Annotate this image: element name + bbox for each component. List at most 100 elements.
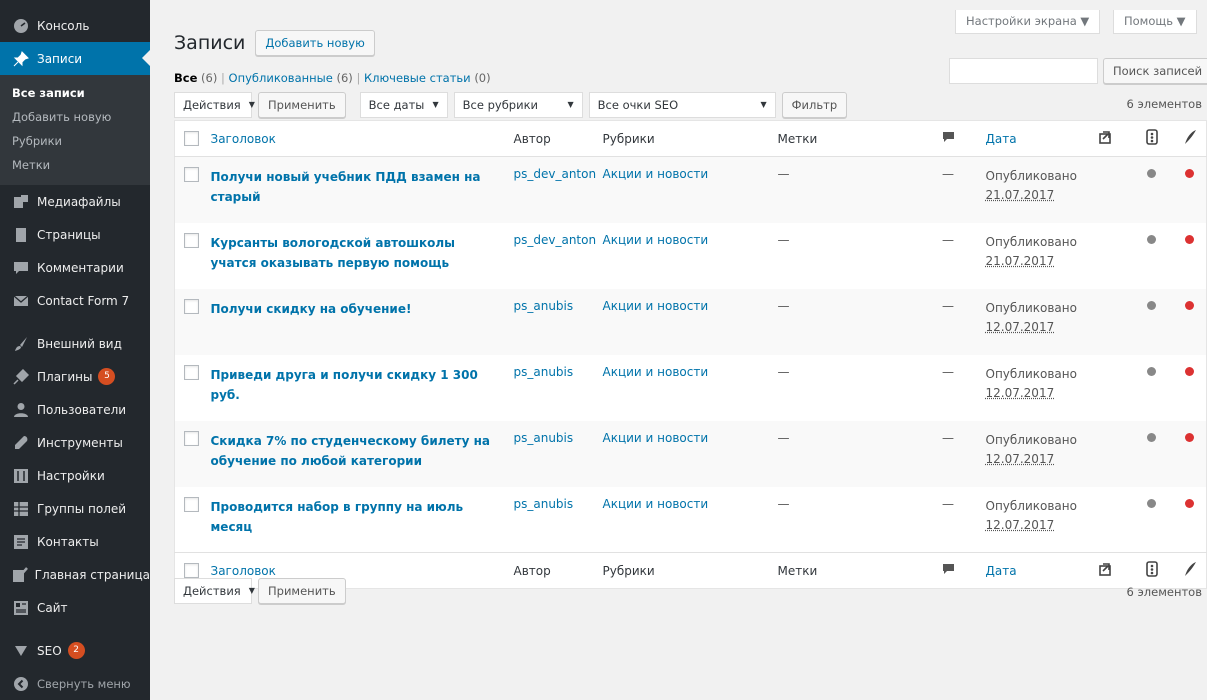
- comments-column-icon[interactable]: [942, 565, 955, 579]
- sidebar-item-plugin[interactable]: Плагины 5: [0, 360, 150, 393]
- chevron-down-icon: ▼: [433, 93, 439, 117]
- post-date: 12.07.2017: [986, 516, 1080, 535]
- post-title-link[interactable]: Проводится набор в группу на июль месяц: [211, 497, 501, 537]
- author-link[interactable]: ps_anubis: [514, 431, 574, 445]
- author-link[interactable]: ps_dev_anton: [514, 233, 597, 247]
- sidebar-item-site[interactable]: Сайт: [0, 591, 150, 624]
- category-link[interactable]: Акции и новости: [603, 299, 709, 313]
- author-link[interactable]: ps_anubis: [514, 497, 574, 511]
- categories-column-footer: Рубрики: [603, 553, 778, 589]
- title-column-sort-footer[interactable]: Заголовок: [211, 564, 276, 578]
- categories-filter-select[interactable]: Все рубрики ▼: [454, 92, 583, 118]
- sidebar-item-edit[interactable]: Главная страница: [0, 558, 150, 591]
- sidebar-item-label: Страницы: [37, 228, 101, 242]
- post-title-link[interactable]: Курсанты вологодской автошколы учатся ок…: [211, 233, 501, 273]
- sidebar-item-contacts[interactable]: Контакты: [0, 525, 150, 558]
- post-title-link[interactable]: Получи новый учебник ПДД взамен на стары…: [211, 167, 501, 207]
- author-link[interactable]: ps_anubis: [514, 299, 574, 313]
- tags-column-footer: Метки: [778, 553, 911, 589]
- row-checkbox[interactable]: [184, 431, 199, 446]
- sidebar-item-label: Записи: [37, 52, 82, 66]
- comments-value: —: [911, 421, 986, 487]
- view-key-articles-link[interactable]: Ключевые статьи (0): [364, 71, 491, 85]
- sidebar-item-label: Главная страница: [35, 568, 150, 582]
- title-column-sort[interactable]: Заголовок: [211, 132, 276, 146]
- sidebar-item-comment[interactable]: Комментарии: [0, 251, 150, 284]
- select-all-checkbox[interactable]: [184, 131, 199, 146]
- dates-filter-select[interactable]: Все даты ▼: [360, 92, 448, 118]
- select-all-checkbox-footer[interactable]: [184, 563, 199, 578]
- readability-dot: [1185, 169, 1194, 178]
- category-link[interactable]: Акции и новости: [603, 233, 709, 247]
- comments-column-icon[interactable]: [942, 133, 955, 147]
- items-count: 6 элементов: [1127, 97, 1203, 111]
- row-checkbox[interactable]: [184, 167, 199, 182]
- collapse-menu-button[interactable]: Свернуть меню: [0, 667, 150, 700]
- post-title-link[interactable]: Приведи друга и получи скидку 1 300 руб.: [211, 365, 501, 405]
- post-title-link[interactable]: Получи скидку на обучение!: [211, 299, 501, 319]
- sidebar-item-label: Сайт: [37, 601, 68, 615]
- table-row: Приведи друга и получи скидку 1 300 руб.…: [175, 355, 1207, 421]
- sidebar-item-wrench[interactable]: Инструменты: [0, 426, 150, 459]
- table-row: Скидка 7% по студенческому билету на обу…: [175, 421, 1207, 487]
- sidebar-item-user[interactable]: Пользователи: [0, 393, 150, 426]
- category-link[interactable]: Акции и новости: [603, 431, 709, 445]
- row-checkbox[interactable]: [184, 233, 199, 248]
- date-column-sort[interactable]: Дата: [986, 132, 1017, 146]
- submenu-item[interactable]: Рубрики: [0, 129, 150, 153]
- submenu-item[interactable]: Метки: [0, 153, 150, 177]
- sidebar-item-brush[interactable]: Внешний вид: [0, 327, 150, 360]
- category-link[interactable]: Акции и новости: [603, 167, 709, 181]
- post-title-link[interactable]: Скидка 7% по студенческому билету на обу…: [211, 431, 501, 471]
- apply-button[interactable]: Применить: [258, 92, 346, 118]
- main-content: Записи Добавить новую Все (6) | Опублико…: [150, 0, 1207, 700]
- chevron-down-icon: ▼: [568, 93, 574, 117]
- tags-value: —: [778, 355, 911, 421]
- view-published-link[interactable]: Опубликованные (6): [229, 71, 353, 85]
- date-column-sort-footer[interactable]: Дата: [986, 564, 1017, 578]
- post-date: 21.07.2017: [986, 252, 1080, 271]
- category-link[interactable]: Акции и новости: [603, 497, 709, 511]
- category-link[interactable]: Акции и новости: [603, 365, 709, 379]
- search-posts-button[interactable]: Поиск записей: [1103, 58, 1207, 84]
- row-checkbox[interactable]: [184, 497, 199, 512]
- update-badge: 5: [98, 368, 115, 385]
- seo-score-dot: [1147, 235, 1156, 244]
- fields-icon: [11, 499, 31, 519]
- search-input[interactable]: [949, 58, 1098, 84]
- sidebar-item-dashboard[interactable]: Консоль: [0, 9, 150, 42]
- add-new-post-button[interactable]: Добавить новую: [255, 30, 374, 56]
- bulk-actions-select-bottom[interactable]: Действия ▼: [174, 578, 252, 604]
- post-status: Опубликовано: [986, 299, 1080, 318]
- tags-column-header: Метки: [778, 121, 911, 157]
- seo-badge: 2: [68, 642, 85, 659]
- admin-sidebar: Консоль Записи Все записи Добавить новую Ру…: [0, 0, 150, 700]
- bulk-actions-select[interactable]: Действия ▼: [174, 92, 252, 118]
- tags-value: —: [778, 487, 911, 553]
- sidebar-item-pin[interactable]: Записи: [0, 42, 150, 75]
- author-link[interactable]: ps_dev_anton: [514, 167, 597, 181]
- seo-score-dot: [1147, 499, 1156, 508]
- sidebar-item-mail[interactable]: Contact Form 7: [0, 284, 150, 317]
- sidebar-item-fields[interactable]: Группы полей: [0, 492, 150, 525]
- filter-button[interactable]: Фильтр: [782, 92, 848, 118]
- sidebar-item-page[interactable]: Страницы: [0, 218, 150, 251]
- links-column-icon: [1097, 566, 1113, 580]
- sidebar-item-settings[interactable]: Настройки: [0, 459, 150, 492]
- post-status: Опубликовано: [986, 497, 1080, 516]
- seo-score-filter-select[interactable]: Все очки SEO ▼: [589, 92, 776, 118]
- author-link[interactable]: ps_anubis: [514, 365, 574, 379]
- page-icon: [11, 225, 31, 245]
- row-checkbox[interactable]: [184, 365, 199, 380]
- submenu-item[interactable]: Все записи: [0, 81, 150, 105]
- dashboard-icon: [11, 16, 31, 36]
- post-date: 12.07.2017: [986, 384, 1080, 403]
- apply-button-bottom[interactable]: Применить: [258, 578, 346, 604]
- row-checkbox[interactable]: [184, 299, 199, 314]
- post-status: Опубликовано: [986, 365, 1080, 384]
- submenu-item[interactable]: Добавить новую: [0, 105, 150, 129]
- table-row: Проводится набор в группу на июль месяц p…: [175, 487, 1207, 553]
- sidebar-item-media[interactable]: Медиафайлы: [0, 185, 150, 218]
- sidebar-item-seo[interactable]: SEO 2: [0, 634, 150, 667]
- view-all-link[interactable]: Все (6): [174, 71, 217, 85]
